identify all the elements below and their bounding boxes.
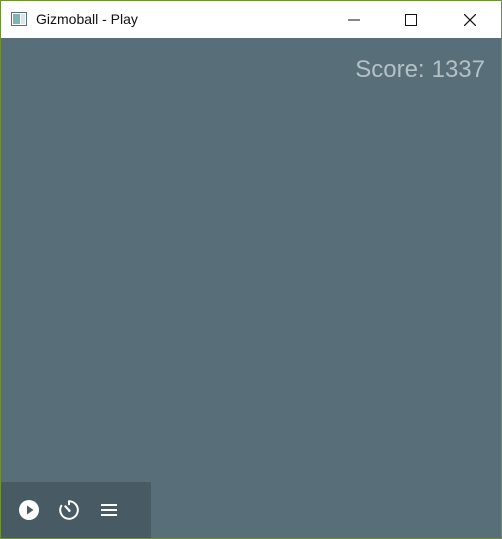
minimize-icon bbox=[348, 19, 360, 21]
score-value: 1337 bbox=[431, 56, 485, 83]
close-icon bbox=[464, 14, 476, 26]
window-title: Gizmoball - Play bbox=[36, 11, 138, 27]
menu-icon bbox=[101, 504, 117, 516]
play-icon bbox=[19, 500, 39, 520]
window-app-icon bbox=[11, 12, 27, 26]
minimize-button[interactable] bbox=[331, 1, 377, 38]
play-button[interactable] bbox=[17, 498, 41, 522]
menu-button[interactable] bbox=[97, 498, 121, 522]
app-window: Gizmoball - Play Score: 1337 bbox=[0, 0, 502, 539]
score-display: Score: 1337 bbox=[355, 56, 485, 84]
game-toolbar bbox=[1, 482, 151, 538]
tick-timer-button[interactable] bbox=[57, 498, 81, 522]
maximize-button[interactable] bbox=[388, 1, 434, 38]
title-bar: Gizmoball - Play bbox=[1, 1, 501, 38]
score-label: Score: bbox=[355, 56, 425, 83]
tick-timer-icon bbox=[59, 500, 79, 520]
maximize-icon bbox=[405, 14, 417, 26]
close-button[interactable] bbox=[447, 1, 493, 38]
game-canvas[interactable]: Score: 1337 bbox=[1, 38, 501, 538]
